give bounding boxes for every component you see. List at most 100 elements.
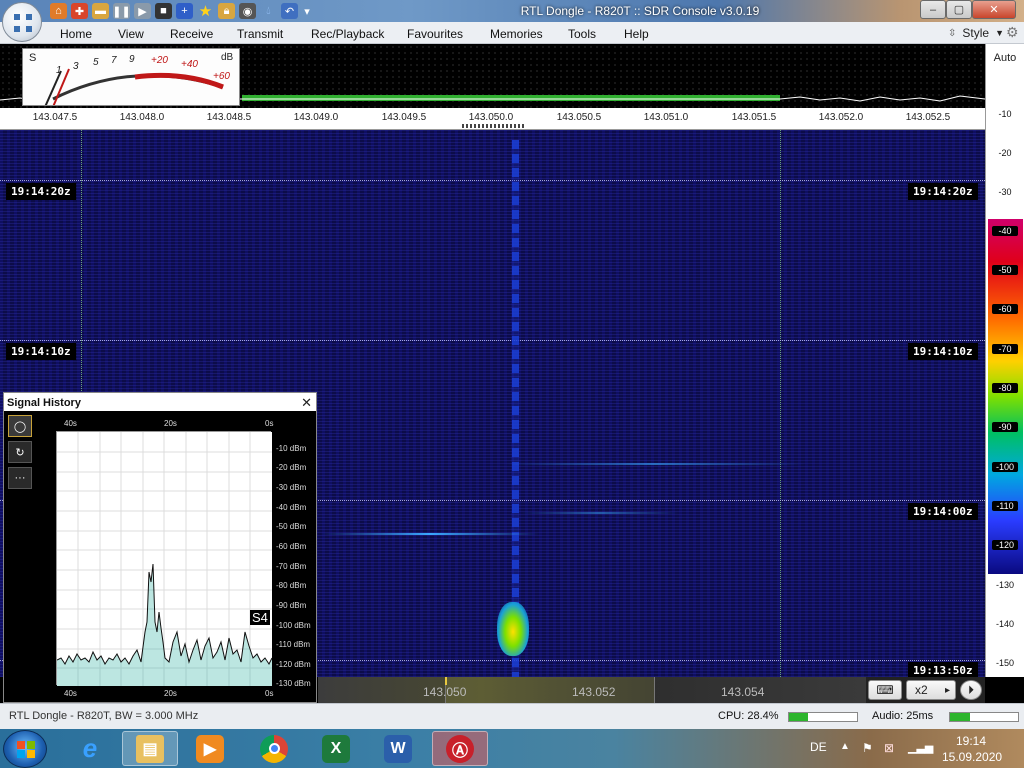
camera-icon[interactable]: ◉ — [239, 3, 256, 19]
filter-edge-right — [780, 130, 781, 677]
menu-view[interactable]: View — [118, 27, 144, 41]
ie-glyph: e — [82, 733, 98, 763]
audio-latency-label: Audio: 25ms — [872, 710, 934, 722]
menu-tools[interactable]: Tools — [568, 27, 596, 41]
y-label: -30 dBm — [276, 483, 307, 492]
time-gridline — [0, 340, 985, 341]
tuning-marker[interactable] — [462, 124, 524, 128]
s-meter-tick: +20 — [151, 55, 168, 66]
word-icon[interactable]: W — [370, 731, 426, 766]
start-button[interactable] — [3, 730, 47, 768]
db-label: -110 — [992, 501, 1018, 511]
db-label: -120 — [992, 540, 1018, 550]
explorer-icon[interactable]: ▤ — [122, 731, 178, 766]
next-arrow-icon: ▸ — [944, 684, 950, 696]
status-bar: RTL Dongle - R820T, BW = 3.000 MHz CPU: … — [0, 703, 1024, 729]
window-title: RTL Dongle - R820T :: SDR Console v3.0.1… — [520, 4, 760, 18]
style-menu[interactable]: ⇳ Style ▼ — [948, 26, 1004, 40]
network-icon[interactable]: ⊠ — [884, 741, 894, 755]
undo-icon[interactable]: ↶ — [281, 3, 298, 19]
freq-tick: 143.048.5 — [206, 112, 252, 123]
excel-glyph: X — [322, 734, 350, 763]
device-status: RTL Dongle - R820T, BW = 3.000 MHz — [9, 710, 199, 722]
overview-strip[interactable]: 143.050 143.052 143.054 — [318, 677, 866, 703]
signal-strength-icon[interactable]: ▁▃▅ — [908, 741, 933, 754]
menu-bar: Home View Receive Transmit Rec/Playback … — [0, 22, 1024, 44]
y-label: -70 dBm — [276, 562, 307, 571]
more-icon[interactable]: ··· — [8, 467, 32, 489]
lifebuoy-icon[interactable]: ✚ — [71, 3, 88, 19]
chrome-icon[interactable] — [246, 731, 302, 766]
s-meter-tick: 9 — [129, 54, 135, 65]
maximize-button[interactable]: ▢ — [946, 0, 972, 19]
stop-icon[interactable]: ■ — [155, 3, 172, 19]
folder-icon[interactable]: ▬ — [92, 3, 109, 19]
home-icon[interactable]: ⌂ — [50, 3, 67, 19]
lock-icon[interactable]: 🔒︎ — [218, 3, 235, 19]
gear-icon[interactable]: ⚙ — [1006, 25, 1021, 40]
minimize-button[interactable]: – — [920, 0, 946, 19]
dropdown-icon[interactable]: ▾ — [302, 3, 312, 19]
signal-streak — [320, 533, 540, 535]
time-gridline — [0, 180, 985, 181]
action-center-icon[interactable]: ⚑ — [862, 741, 873, 755]
y-label: -40 dBm — [276, 503, 307, 512]
media-player-icon[interactable]: ▶ — [182, 731, 238, 766]
x-label-bottom: 0s — [265, 689, 274, 698]
record-icon[interactable]: ◯ — [8, 415, 32, 437]
menu-home[interactable]: Home — [60, 27, 92, 41]
y-label: -20 dBm — [276, 463, 307, 472]
cpu-usage-bar — [788, 712, 858, 722]
play-icon[interactable]: ▶ — [134, 3, 151, 19]
zoom-button[interactable]: x2 ▸ — [906, 680, 956, 700]
db-label: -10 — [998, 109, 1012, 119]
language-indicator[interactable]: DE — [810, 740, 827, 754]
keyboard-icon[interactable]: ⌨ — [868, 680, 902, 700]
db-label: -100 — [992, 462, 1018, 472]
audio-latency-fill — [950, 713, 971, 721]
menu-transmit[interactable]: Transmit — [237, 27, 283, 41]
timestamp-right: 19:14:20z — [908, 183, 978, 200]
s-meter-tick: +40 — [181, 59, 198, 70]
strip-center-marker — [445, 677, 447, 685]
menu-favourites[interactable]: Favourites — [407, 27, 463, 41]
freq-tick: 143.051.5 — [731, 112, 777, 123]
y-label: -110 dBm — [276, 640, 311, 649]
db-scale[interactable]: Auto -10 -20 -30 -40 -50 -60 -70 -80 -90… — [985, 44, 1024, 677]
menu-memories[interactable]: Memories — [490, 27, 543, 41]
s-meter-tick: 1 — [56, 65, 62, 76]
freq-tick: 143.050.5 — [556, 112, 602, 123]
clock-time[interactable]: 19:14 — [956, 734, 986, 748]
add-icon[interactable]: + — [176, 3, 193, 19]
auto-scale-button[interactable]: Auto — [986, 52, 1024, 64]
pause-icon[interactable]: ❚❚ — [112, 3, 131, 19]
drop-icon[interactable]: 💧︎ — [260, 3, 277, 19]
playback-icon[interactable]: ⏵ — [960, 680, 982, 700]
s-unit-indicator: S4 — [250, 610, 270, 625]
star-icon[interactable]: ★ — [197, 3, 214, 20]
word-glyph: W — [384, 734, 412, 763]
application-menu-button[interactable] — [2, 2, 42, 42]
show-hidden-icons-icon[interactable]: ▲ — [840, 741, 850, 752]
signal-burst — [497, 602, 529, 656]
y-label: -100 dBm — [276, 621, 311, 630]
spectrum-display[interactable]: S dB 1 3 5 7 9 +20 +40 +60 — [0, 44, 985, 108]
strip-tick: 143.050 — [423, 685, 467, 699]
ie-icon[interactable]: e — [62, 731, 118, 766]
style-label: Style — [962, 26, 990, 40]
db-label: -40 — [992, 226, 1018, 236]
close-button[interactable]: ✕ — [972, 0, 1016, 19]
menu-rec-playback[interactable]: Rec/Playback — [311, 27, 384, 41]
close-icon[interactable]: ✕ — [301, 395, 312, 411]
excel-icon[interactable]: X — [308, 731, 364, 766]
clock-date[interactable]: 15.09.2020 — [942, 750, 1002, 764]
db-label: -20 — [998, 148, 1012, 158]
sdr-console-icon[interactable]: Ⓐ — [432, 731, 488, 766]
s-meter: S dB 1 3 5 7 9 +20 +40 +60 — [22, 48, 240, 106]
timestamp-right: 19:14:00z — [908, 503, 978, 520]
windows-logo-icon — [17, 741, 35, 758]
menu-help[interactable]: Help — [624, 27, 649, 41]
reset-icon[interactable]: ↻ — [8, 441, 32, 463]
menu-receive[interactable]: Receive — [170, 27, 213, 41]
y-label: -10 dBm — [276, 444, 307, 453]
